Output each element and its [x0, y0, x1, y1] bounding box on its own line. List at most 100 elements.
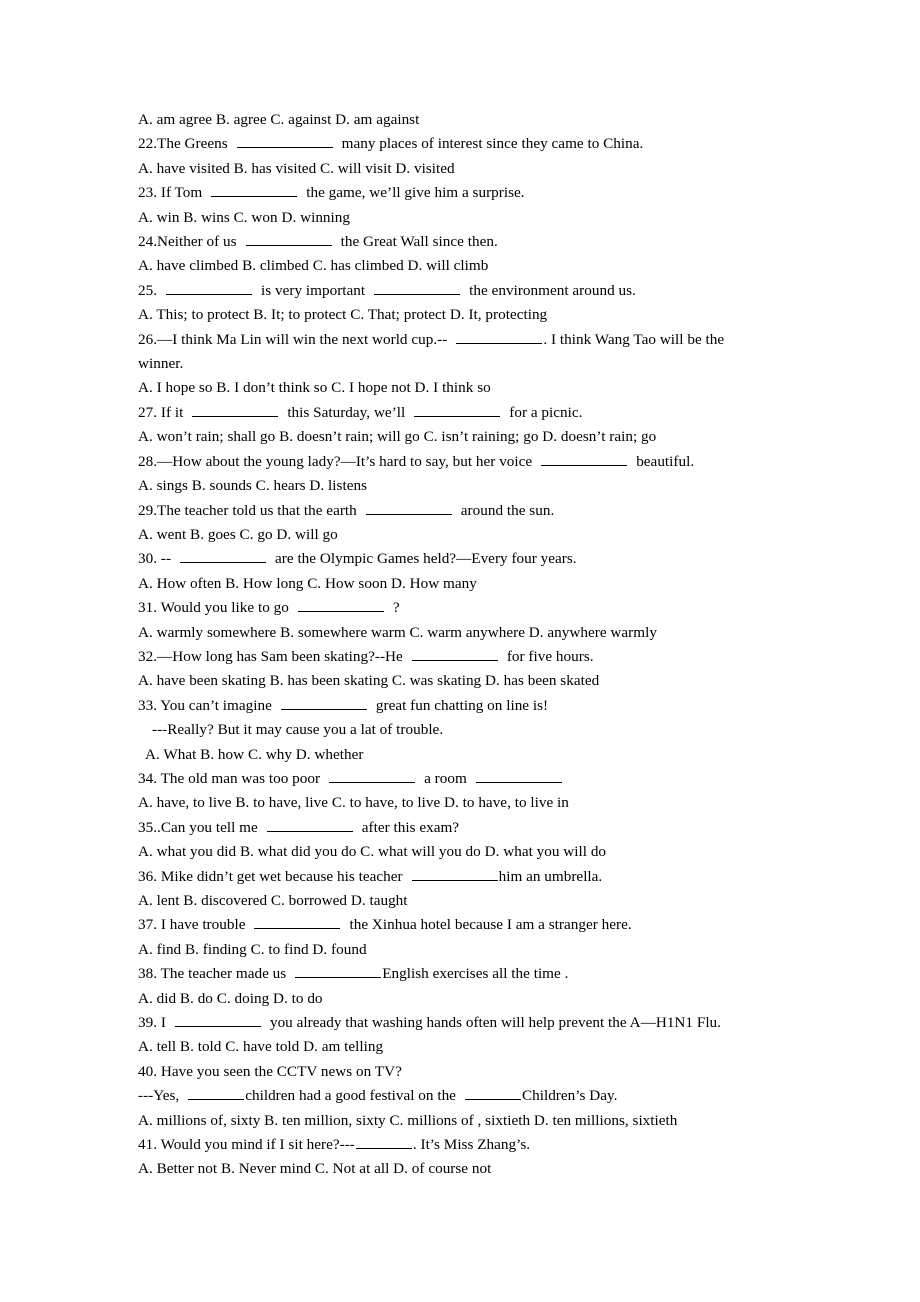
question-stem: 27. If it [138, 403, 184, 421]
option-text: A. won’t rain; shall go B. doesn’t rain;… [138, 428, 657, 446]
question-stem-cont: many places of interest since they came … [341, 135, 644, 153]
dialogue-text-cont-2: Children’s Day. [521, 1087, 618, 1105]
question-stem-cont: ? [392, 599, 400, 617]
option-text: A. How often B. How long C. How soon D. … [138, 574, 477, 592]
question-line-24: 24.Neither of us the Great Wall since the… [138, 230, 770, 254]
options-line-38: A. did B. do C. doing D. to do [138, 987, 770, 1011]
fill-in-blank[interactable] [411, 866, 498, 881]
question-stem-cont: great fun chatting on line is! [375, 696, 549, 714]
option-text: A. Better not B. Never mind C. Not at al… [138, 1160, 492, 1178]
question-stem-cont: you already that washing hands often wil… [269, 1014, 721, 1032]
option-text: A. I hope so B. I don’t think so C. I ho… [138, 379, 491, 397]
option-text: A. win B. wins C. won D. winning [138, 208, 351, 226]
fill-in-blank[interactable] [464, 1085, 521, 1101]
fill-in-blank[interactable] [541, 451, 628, 466]
fill-in-blank[interactable] [280, 695, 367, 710]
option-text: A. What B. how C. why D. whether [145, 745, 364, 763]
options-line-27: A. won’t rain; shall go B. doesn’t rain;… [138, 425, 770, 449]
question-stem-cont: around the sun. [460, 501, 555, 519]
question-stem-cont: the game, we’ll give him a surprise. [306, 184, 525, 202]
question-stem: 24.Neither of us [138, 233, 237, 251]
options-line-34: A. have, to live B. to have, live C. to … [138, 791, 770, 815]
option-text: A. have, to live B. to have, live C. to … [138, 794, 569, 812]
fill-in-blank[interactable] [188, 1085, 245, 1101]
options-line-41: A. Better not B. Never mind C. Not at al… [138, 1157, 770, 1181]
options-line-21: A. am agree B. agree C. against D. am ag… [138, 108, 770, 132]
fill-in-blank[interactable] [192, 402, 279, 417]
question-line-40-dialogue: ---Yes, children had a good festival on t… [138, 1084, 770, 1108]
fill-in-blank[interactable] [295, 963, 382, 979]
question-stem: 35..Can you tell me [138, 818, 258, 836]
question-line-28: 28.—How about the young lady?—It’s hard … [138, 450, 770, 474]
question-stem: 36. Mike didn’t get wet because his teac… [138, 867, 403, 885]
fill-in-blank[interactable] [329, 768, 416, 783]
question-line-34: 34. The old man was too poor a room [138, 767, 770, 791]
fill-in-blank[interactable] [180, 548, 267, 564]
options-line-30: A. How often B. How long C. How soon D. … [138, 572, 770, 596]
fill-in-blank[interactable] [365, 500, 452, 515]
options-line-32: A. have been skating B. has been skating… [138, 669, 770, 693]
question-stem: 22.The Greens [138, 135, 228, 153]
options-line-28: A. sings B. sounds C. hears D. listens [138, 474, 770, 498]
options-line-36: A. lent B. discovered C. borrowed D. tau… [138, 889, 770, 913]
question-stem: 39. I [138, 1014, 166, 1032]
question-stem-cont: . I think Wang Tao will be the [543, 330, 725, 348]
dialogue-text: ---Yes, [138, 1087, 180, 1105]
question-line-32: 32.—How long has Sam been skating?--He fo… [138, 645, 770, 669]
options-line-23: A. win B. wins C. won D. winning [138, 206, 770, 230]
question-stem: 41. Would you mind if I sit here?--- [138, 1136, 355, 1154]
fill-in-blank[interactable] [174, 1012, 261, 1028]
question-stem: 38. The teacher made us [138, 965, 287, 983]
options-line-37: A. find B. finding C. to find D. found [138, 938, 770, 962]
question-stem: 28.—How about the young lady?—It’s hard … [138, 452, 533, 470]
question-stem-cont-2: for a picnic. [509, 403, 583, 421]
options-line-35: A. what you did B. what did you do C. wh… [138, 840, 770, 864]
fill-in-blank[interactable] [266, 817, 353, 832]
question-stem-cont: English exercises all the time . [382, 965, 569, 983]
dialogue-text: ---Really? But it may cause you a lat of… [152, 721, 444, 739]
option-text: A. find B. finding C. to find D. found [138, 940, 367, 958]
question-line-37: 37. I have trouble the Xinhua hotel becau… [138, 913, 770, 937]
question-line-29: 29.The teacher told us that the earth aro… [138, 499, 770, 523]
question-stem: 29.The teacher told us that the earth [138, 501, 357, 519]
question-stem-cont: him an umbrella. [498, 867, 603, 885]
question-line-27: 27. If it this Saturday, we’ll for a picni… [138, 401, 770, 425]
options-line-33: A. What B. how C. why D. whether [138, 743, 770, 767]
option-text: A. have climbed B. climbed C. has climbe… [138, 257, 489, 275]
question-line-23: 23. If Tom the game, we’ll give him a sur… [138, 181, 770, 205]
option-text: A. did B. do C. doing D. to do [138, 989, 323, 1007]
question-line-41: 41. Would you mind if I sit here?--- . It… [138, 1133, 770, 1157]
option-text: A. This; to protect B. It; to protect C.… [138, 306, 548, 324]
question-line-35: 35..Can you tell me after this exam? [138, 816, 770, 840]
fill-in-blank[interactable] [236, 133, 333, 149]
question-line-25: 25. is very important the environment arou… [138, 279, 770, 303]
question-stem-cont: . It’s Miss Zhang’s. [412, 1136, 531, 1154]
fill-in-blank[interactable] [456, 329, 543, 344]
question-stem: 23. If Tom [138, 184, 203, 202]
fill-in-blank[interactable] [355, 1134, 412, 1150]
fill-in-blank[interactable] [475, 768, 562, 783]
fill-in-blank[interactable] [211, 182, 298, 198]
question-stem: 40. Have you seen the CCTV news on TV? [138, 1062, 402, 1080]
fill-in-blank[interactable] [297, 597, 384, 613]
fill-in-blank[interactable] [166, 280, 253, 295]
dialogue-text-cont: children had a good festival on the [245, 1087, 456, 1105]
question-stem-cont: is very important [261, 281, 366, 299]
options-line-31: A. warmly somewhere B. somewhere warm C.… [138, 621, 770, 645]
fill-in-blank[interactable] [254, 914, 341, 930]
question-stem: 25. [138, 281, 158, 299]
question-stem-wrap: winner. [138, 355, 184, 373]
options-line-26: A. I hope so B. I don’t think so C. I ho… [138, 376, 770, 400]
question-stem: 37. I have trouble [138, 916, 246, 934]
fill-in-blank[interactable] [414, 402, 501, 417]
fill-in-blank[interactable] [374, 280, 461, 295]
options-line-39: A. tell B. told C. have told D. am telli… [138, 1035, 770, 1059]
question-stem-cont: are the Olympic Games held?—Every four y… [275, 550, 577, 568]
question-stem-cont: for five hours. [506, 647, 594, 665]
fill-in-blank[interactable] [245, 231, 332, 247]
worksheet-body: A. am agree B. agree C. against D. am ag… [138, 108, 770, 1182]
option-text: A. tell B. told C. have told D. am telli… [138, 1038, 384, 1056]
fill-in-blank[interactable] [411, 646, 498, 661]
question-line-39: 39. I you already that washing hands ofte… [138, 1011, 770, 1035]
question-stem-cont: the Xinhua hotel because I am a stranger… [349, 916, 632, 934]
